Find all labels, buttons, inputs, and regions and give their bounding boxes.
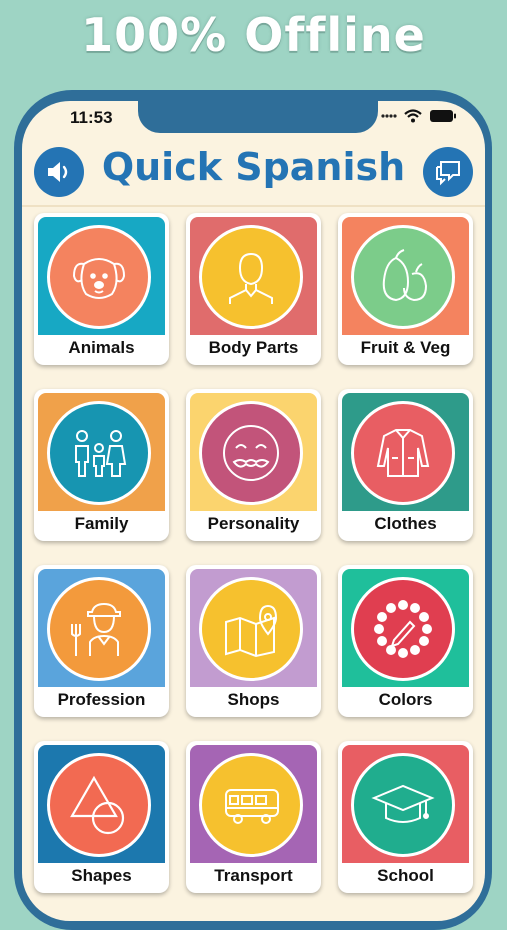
- tile-circle: [47, 753, 151, 857]
- notch: [138, 101, 378, 133]
- bus-icon: [216, 770, 286, 840]
- jacket-icon: [368, 418, 438, 488]
- category-tile-body-parts[interactable]: Body Parts: [186, 213, 321, 365]
- app-screen: 11:53 Quick Spanish Animals Body Parts F…: [22, 101, 485, 921]
- category-tile-transport[interactable]: Transport: [186, 741, 321, 893]
- app-header: Quick Spanish: [22, 137, 485, 203]
- family-icon: [64, 418, 134, 488]
- smiley-mustache-icon: [216, 418, 286, 488]
- category-tile-fruit-veg[interactable]: Fruit & Veg: [338, 213, 473, 365]
- tile-label: Body Parts: [208, 338, 299, 357]
- category-tile-personality[interactable]: Personality: [186, 389, 321, 541]
- tile-label: Shops: [227, 690, 280, 709]
- tile-label: Personality: [207, 514, 300, 533]
- category-tile-animals[interactable]: Animals: [34, 213, 169, 365]
- tile-circle: [199, 577, 303, 681]
- status-time: 11:53: [70, 108, 113, 127]
- shapes-icon: [64, 770, 134, 840]
- category-tile-clothes[interactable]: Clothes: [338, 389, 473, 541]
- fruit-icon: [368, 242, 438, 312]
- worker-icon: [64, 594, 134, 664]
- header-divider: [22, 205, 485, 207]
- tile-circle: [47, 401, 151, 505]
- tile-circle: [351, 577, 455, 681]
- tile-circle: [351, 401, 455, 505]
- category-grid: Animals Body Parts Fruit & Veg Family Pe…: [34, 213, 477, 893]
- wifi-icon: [404, 109, 422, 123]
- tile-label: School: [377, 866, 434, 885]
- tile-label: Fruit & Veg: [360, 338, 451, 357]
- tile-circle: [199, 225, 303, 329]
- app-title: Quick Spanish: [101, 145, 406, 189]
- status-icons: [381, 109, 457, 123]
- tile-circle: [351, 753, 455, 857]
- person-icon: [216, 242, 286, 312]
- chat-button[interactable]: [423, 147, 473, 197]
- map-pin-icon: [216, 594, 286, 664]
- tile-label: Animals: [68, 338, 135, 357]
- tile-circle: [47, 225, 151, 329]
- tile-label: Clothes: [374, 514, 437, 533]
- category-tile-colors[interactable]: Colors: [338, 565, 473, 717]
- tile-circle: [351, 225, 455, 329]
- tile-label: Profession: [57, 690, 146, 709]
- tile-label: Transport: [214, 866, 293, 885]
- graduation-cap-icon: [368, 770, 438, 840]
- tile-label: Colors: [378, 690, 433, 709]
- signal-dots-icon: [381, 113, 397, 119]
- category-tile-school[interactable]: School: [338, 741, 473, 893]
- tile-circle: [199, 753, 303, 857]
- category-tile-family[interactable]: Family: [34, 389, 169, 541]
- promo-headline: 100% Offline: [81, 8, 426, 62]
- battery-icon: [429, 109, 457, 123]
- category-tile-shapes[interactable]: Shapes: [34, 741, 169, 893]
- category-tile-shops[interactable]: Shops: [186, 565, 321, 717]
- tile-circle: [199, 401, 303, 505]
- dog-icon: [64, 242, 134, 312]
- tile-label: Shapes: [71, 866, 132, 885]
- category-tile-profession[interactable]: Profession: [34, 565, 169, 717]
- chat-icon: [433, 158, 463, 186]
- tile-circle: [47, 577, 151, 681]
- tile-label: Family: [74, 514, 129, 533]
- palette-icon: [368, 594, 438, 664]
